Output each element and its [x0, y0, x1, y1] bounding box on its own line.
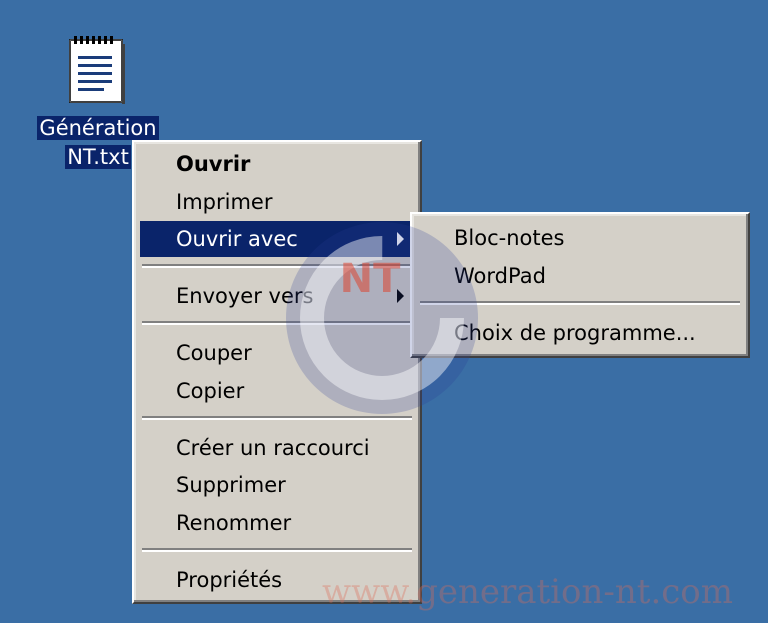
submenu-item-choix-programme[interactable]: Choix de programme... — [418, 315, 742, 351]
menu-item-supprimer[interactable]: Supprimer — [140, 467, 414, 503]
menu-item-label: Ouvrir avec — [176, 227, 298, 251]
menu-item-label: Renommer — [176, 511, 292, 535]
menu-item-imprimer[interactable]: Imprimer — [140, 184, 414, 220]
open-with-submenu: Bloc-notes WordPad Choix de programme... — [410, 212, 750, 358]
menu-item-creer-raccourci[interactable]: Créer un raccourci — [140, 430, 414, 466]
submenu-item-label: WordPad — [454, 264, 546, 288]
context-menu: Ouvrir Imprimer Ouvrir avec Envoyer vers… — [132, 140, 422, 604]
desktop-file-label-line2: NT.txt — [65, 145, 131, 169]
submenu-item-wordpad[interactable]: WordPad — [418, 258, 742, 294]
submenu-item-label: Bloc-notes — [454, 226, 565, 250]
notepad-file-icon — [69, 36, 125, 104]
submenu-item-label: Choix de programme... — [454, 321, 696, 345]
menu-item-label: Créer un raccourci — [176, 436, 370, 460]
submenu-arrow-icon — [397, 232, 404, 246]
menu-item-label: Propriétés — [176, 568, 283, 592]
menu-item-envoyer-vers[interactable]: Envoyer vers — [140, 278, 414, 314]
menu-item-label: Copier — [176, 379, 245, 403]
menu-item-label: Couper — [176, 341, 252, 365]
menu-item-label: Ouvrir — [176, 152, 251, 176]
menu-item-label: Imprimer — [176, 190, 273, 214]
menu-item-label: Supprimer — [176, 473, 286, 497]
submenu-separator — [420, 301, 740, 305]
menu-item-renommer[interactable]: Renommer — [140, 505, 414, 541]
menu-separator — [142, 548, 412, 552]
watermark-url: www.generation-nt.com — [322, 572, 734, 612]
submenu-arrow-icon — [397, 289, 404, 303]
menu-item-copier[interactable]: Copier — [140, 373, 414, 409]
submenu-item-bloc-notes[interactable]: Bloc-notes — [418, 220, 742, 256]
menu-item-ouvrir-avec[interactable]: Ouvrir avec — [140, 221, 414, 257]
menu-item-label: Envoyer vers — [176, 284, 314, 308]
menu-separator — [142, 264, 412, 268]
menu-separator — [142, 321, 412, 325]
menu-item-couper[interactable]: Couper — [140, 335, 414, 371]
menu-item-ouvrir[interactable]: Ouvrir — [140, 146, 414, 182]
desktop-file-label-line1: Génération — [37, 116, 159, 140]
menu-separator — [142, 416, 412, 420]
